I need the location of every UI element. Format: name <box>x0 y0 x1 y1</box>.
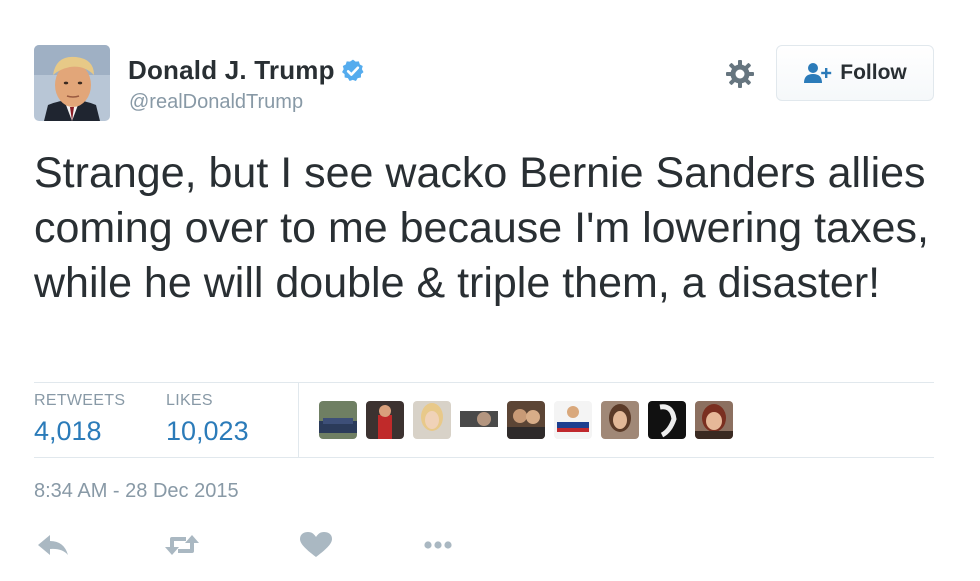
heart-icon[interactable] <box>296 530 336 560</box>
retweets-label: RETWEETS <box>34 392 126 409</box>
retweet-icon[interactable] <box>162 530 202 560</box>
user-name[interactable]: Donald J. Trump <box>128 55 335 86</box>
liker-avatar[interactable] <box>695 401 733 439</box>
add-user-icon <box>804 63 832 83</box>
user-avatar[interactable] <box>34 45 110 121</box>
liker-avatars <box>319 401 742 439</box>
divider-bottom <box>34 457 934 458</box>
liker-avatar[interactable] <box>319 401 357 439</box>
user-name-row[interactable]: Donald J. Trump <box>128 55 366 86</box>
verified-badge-icon <box>341 59 364 81</box>
reply-icon[interactable] <box>34 530 74 560</box>
retweets-stat[interactable]: RETWEETS 4,018 <box>34 392 125 447</box>
liker-avatar[interactable] <box>601 401 639 439</box>
user-handle[interactable]: @realDonaldTrump <box>129 91 303 114</box>
likes-label: LIKES <box>166 392 213 409</box>
follow-button-label: Follow <box>840 61 907 84</box>
liker-avatar[interactable] <box>507 401 545 439</box>
liker-avatar[interactable] <box>554 401 592 439</box>
liker-avatar[interactable] <box>648 401 686 439</box>
gear-icon[interactable] <box>724 58 756 90</box>
more-icon[interactable] <box>418 530 458 560</box>
liker-avatar[interactable] <box>413 401 451 439</box>
follow-button[interactable]: Follow <box>776 45 934 101</box>
tweet-timestamp[interactable]: 8:34 AM - 28 Dec 2015 <box>34 480 239 503</box>
stats-divider <box>298 383 299 457</box>
retweets-count[interactable]: 4,018 <box>34 416 125 447</box>
tweet-stats: RETWEETS 4,018 LIKES 10,023 <box>34 383 934 457</box>
likes-count[interactable]: 10,023 <box>166 416 249 447</box>
liker-avatar[interactable] <box>460 401 498 439</box>
liker-avatar[interactable] <box>366 401 404 439</box>
tweet-text: Strange, but I see wacko Bernie Sanders … <box>34 149 929 307</box>
likes-stat[interactable]: LIKES 10,023 <box>166 392 249 447</box>
